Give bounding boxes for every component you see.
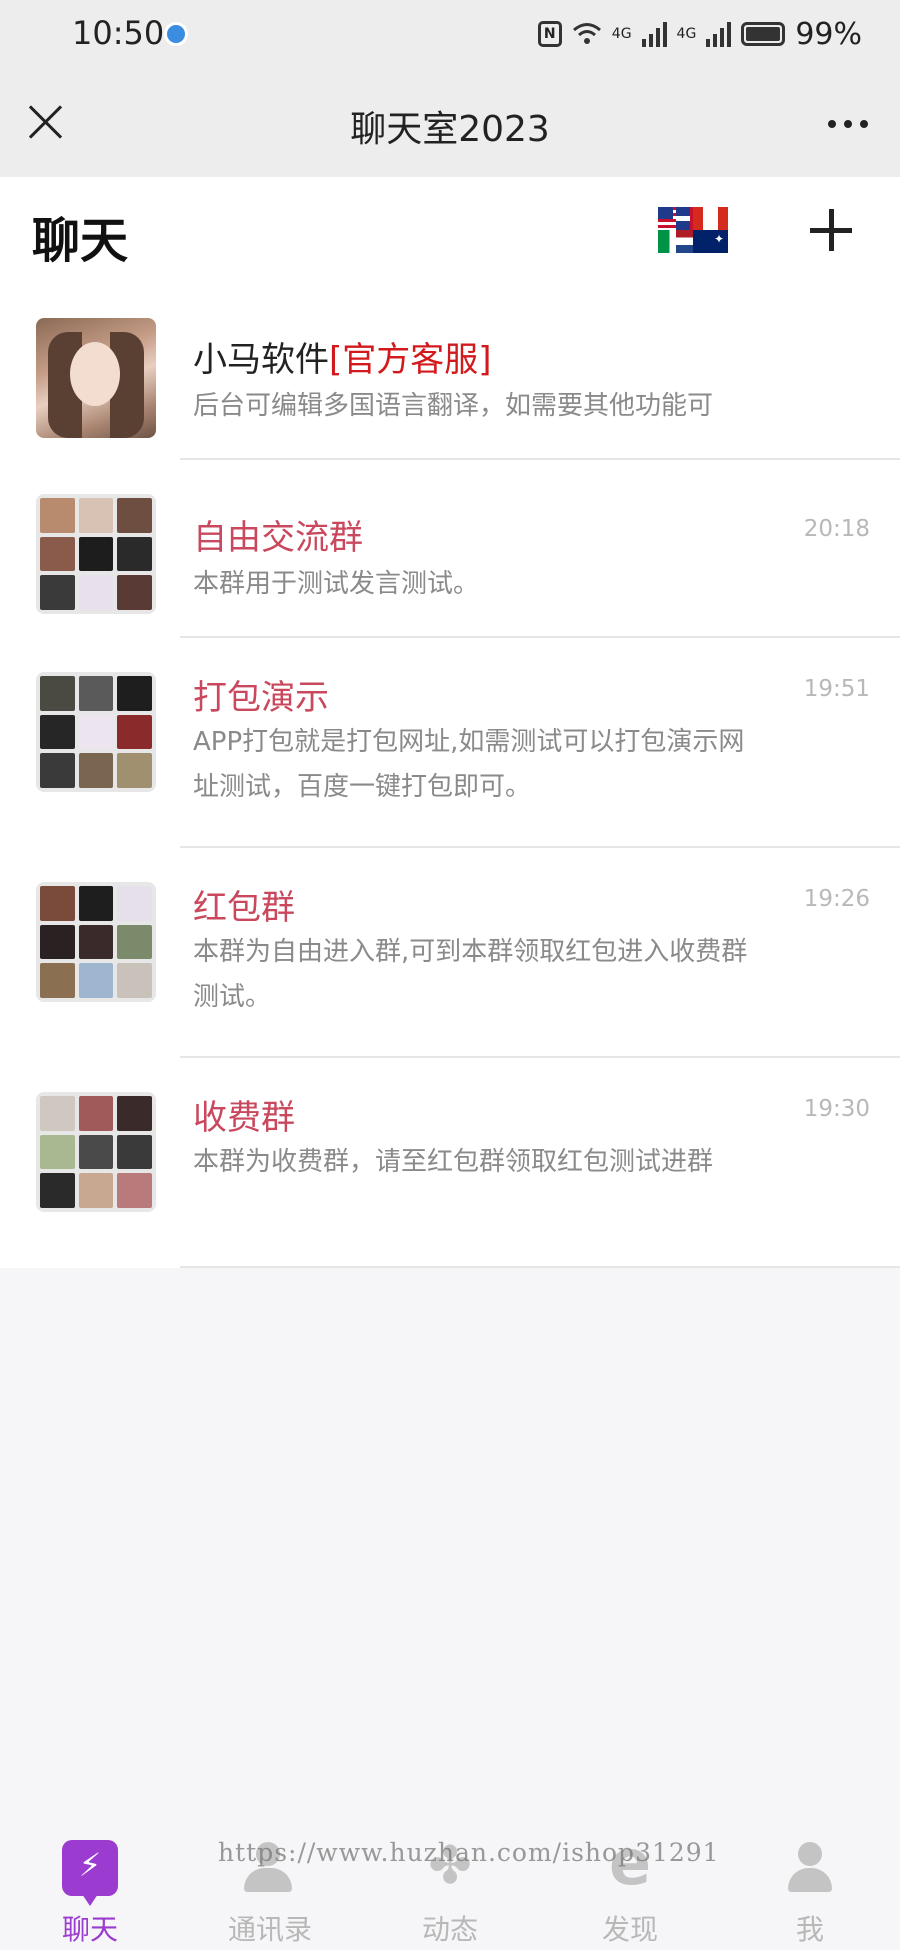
- tab-label: 我: [795, 1913, 824, 1946]
- chat-preview: 本群为自由进入群,可到本群领取红包进入收费群测试。: [193, 937, 748, 1012]
- me-icon: [782, 1840, 838, 1896]
- tab-label: 聊天: [61, 1913, 118, 1946]
- chat-preview: 本群为收费群，请至红包群领取红包测试进群: [193, 1147, 714, 1177]
- group-avatar: [36, 672, 156, 792]
- tab-chat[interactable]: 聊天: [0, 1820, 180, 1950]
- group-avatar: [36, 1092, 156, 1212]
- battery-level: 99%: [795, 16, 862, 52]
- tab-me[interactable]: 我: [720, 1820, 900, 1950]
- network-type-2: 4G: [676, 26, 697, 42]
- avatar: [36, 318, 156, 438]
- add-button[interactable]: [810, 209, 852, 251]
- tab-label: 发现: [601, 1913, 658, 1946]
- chat-icon: [62, 1840, 118, 1906]
- chat-item-group[interactable]: 自由交流群 20:18 本群用于测试发言测试。: [0, 460, 900, 638]
- status-icons: N 4G 4G 99%: [537, 14, 862, 54]
- chat-name-text: 小马软件: [193, 340, 329, 380]
- chat-preview: 本群用于测试发言测试。: [193, 569, 480, 599]
- battery-icon: [741, 22, 786, 46]
- chat-item-group[interactable]: 收费群 19:30 本群为收费群，请至红包群领取红包测试进群: [0, 1058, 900, 1268]
- chat-time: 19:30: [803, 1096, 870, 1122]
- group-avatar: [36, 882, 156, 1002]
- chat-name: 红包群: [193, 888, 295, 928]
- australia-flag-icon: [693, 230, 728, 253]
- chat-time: 19:51: [803, 676, 870, 702]
- wifi-icon: [572, 23, 601, 44]
- chat-name: 自由交流群: [193, 518, 363, 558]
- chat-preview: 后台可编辑多国语言翻译，如需要其他功能可: [193, 391, 714, 421]
- tab-label: 通讯录: [227, 1913, 312, 1946]
- chat-item-group[interactable]: 打包演示 19:51 APP打包就是打包网址,如需测试可以打包演示网址测试，百度…: [0, 638, 900, 848]
- chat-preview: APP打包就是打包网址,如需测试可以打包演示网址测试，百度一键打包即可。: [193, 727, 745, 802]
- status-time: 10:50: [72, 14, 165, 52]
- more-options-icon[interactable]: [828, 120, 868, 128]
- chat-header: 聊天: [0, 177, 900, 284]
- notification-dot-icon: [164, 22, 188, 46]
- nfc-icon: N: [537, 21, 562, 47]
- tab-label: 动态: [421, 1913, 478, 1946]
- chat-time: 20:18: [803, 516, 870, 542]
- divider: [180, 1266, 900, 1268]
- network-type-1: 4G: [611, 26, 632, 42]
- chat-item-official[interactable]: 小马软件[官方客服] 后台可编辑多国语言翻译，如需要其他功能可: [0, 284, 900, 460]
- chat-name: 小马软件[官方客服]: [193, 332, 492, 381]
- status-bar: 10:50 N 4G 4G 99%: [0, 0, 900, 70]
- chat-name: 收费群: [193, 1098, 295, 1138]
- group-avatar: [36, 494, 156, 614]
- watermark-text: https://www.huzhan.com/ishop31291: [218, 1838, 720, 1867]
- page-title: 聊天室2023: [350, 109, 550, 150]
- chat-list: 小马软件[官方客服] 后台可编辑多国语言翻译，如需要其他功能可 自由交流群 20…: [0, 284, 900, 1268]
- signal-icon-1: [641, 21, 667, 47]
- chat-item-group[interactable]: 红包群 19:26 本群为自由进入群,可到本群领取红包进入收费群测试。: [0, 848, 900, 1058]
- nav-bar: 聊天室2023: [0, 70, 900, 177]
- canada-flag-icon: [693, 207, 728, 230]
- language-flags-icon[interactable]: [658, 207, 728, 253]
- chat-time: 19:26: [803, 886, 870, 912]
- chat-name: 打包演示: [193, 678, 329, 718]
- signal-icon-2: [706, 21, 732, 47]
- official-service-tag: [官方客服]: [329, 340, 492, 380]
- section-title: 聊天: [32, 213, 129, 269]
